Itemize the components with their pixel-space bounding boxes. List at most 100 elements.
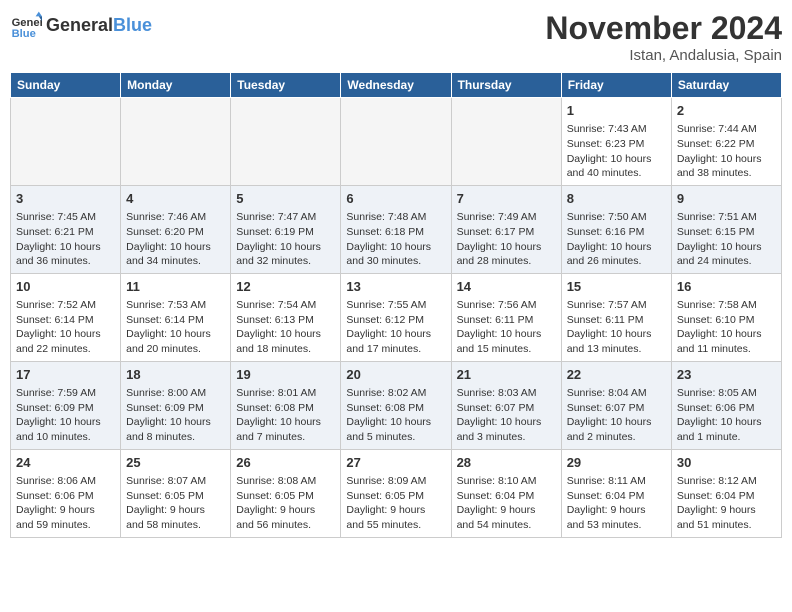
day-info: Sunrise: 8:11 AMSunset: 6:04 PMDaylight:… [567,474,666,533]
day-number: 4 [126,190,225,208]
calendar-cell: 30Sunrise: 8:12 AMSunset: 6:04 PMDayligh… [671,449,781,537]
day-number: 26 [236,454,335,472]
day-number: 22 [567,366,666,384]
calendar-week-row: 24 Sunrise: 8:06 AMSunset: 6:06 PMDayligh… [11,449,782,537]
day-number: 9 [677,190,776,208]
day-number: 12 [236,278,335,296]
page-header: General Blue GeneralBlue November 2024 I… [10,10,782,64]
weekday-header: Thursday [451,73,561,98]
svg-text:Blue: Blue [12,28,36,40]
day-info: Sunrise: 8:00 AMSunset: 6:09 PMDaylight:… [126,386,225,445]
calendar-cell: 22 Sunrise: 8:04 AMSunset: 6:07 PMDayligh… [561,361,671,449]
weekday-header-row: SundayMondayTuesdayWednesdayThursdayFrid… [11,73,782,98]
day-number: 24 [16,454,115,472]
day-number: 3 [16,190,115,208]
day-info: Sunrise: 7:48 AMSunset: 6:18 PMDaylight:… [346,210,445,269]
day-number: 16 [677,278,776,296]
logo-text: GeneralBlue [46,16,152,36]
weekday-header: Monday [121,73,231,98]
day-info: Sunrise: 7:53 AMSunset: 6:14 PMDaylight:… [126,298,225,357]
day-info: Sunrise: 8:09 AMSunset: 6:05 PMDaylight:… [346,474,445,533]
day-number: 29 [567,454,666,472]
day-number: 19 [236,366,335,384]
day-number: 18 [126,366,225,384]
day-number: 5 [236,190,335,208]
calendar-cell: 5 Sunrise: 7:47 AMSunset: 6:19 PMDaylight… [231,185,341,273]
day-number: 15 [567,278,666,296]
day-number: 6 [346,190,445,208]
day-number: 21 [457,366,556,384]
day-number: 28 [457,454,556,472]
weekday-header: Wednesday [341,73,451,98]
day-info: Sunrise: 7:49 AMSunset: 6:17 PMDaylight:… [457,210,556,269]
calendar-cell: 21 Sunrise: 8:03 AMSunset: 6:07 PMDayligh… [451,361,561,449]
day-info: Sunrise: 7:55 AMSunset: 6:12 PMDaylight:… [346,298,445,357]
day-info: Sunrise: 8:04 AMSunset: 6:07 PMDaylight:… [567,386,666,445]
calendar-cell: 26 Sunrise: 8:08 AMSunset: 6:05 PMDayligh… [231,449,341,537]
day-info: Sunrise: 8:01 AMSunset: 6:08 PMDaylight:… [236,386,335,445]
day-number: 10 [16,278,115,296]
day-number: 2 [677,102,776,120]
calendar-cell: 16 Sunrise: 7:58 AMSunset: 6:10 PMDayligh… [671,273,781,361]
day-info: Sunrise: 8:02 AMSunset: 6:08 PMDaylight:… [346,386,445,445]
day-number: 1 [567,102,666,120]
day-number: 8 [567,190,666,208]
calendar-week-row: 17Sunrise: 7:59 AMSunset: 6:09 PMDayligh… [11,361,782,449]
calendar-cell [11,98,121,186]
day-info: Sunrise: 7:52 AMSunset: 6:14 PMDaylight:… [16,298,115,357]
day-number: 13 [346,278,445,296]
weekday-header: Tuesday [231,73,341,98]
day-number: 7 [457,190,556,208]
day-info: Sunrise: 8:03 AMSunset: 6:07 PMDaylight:… [457,386,556,445]
day-number: 30 [677,454,776,472]
day-info: Sunrise: 7:43 AMSunset: 6:23 PMDaylight:… [567,122,666,181]
calendar-cell: 9 Sunrise: 7:51 AMSunset: 6:15 PMDaylight… [671,185,781,273]
calendar-cell [231,98,341,186]
calendar-cell: 6 Sunrise: 7:48 AMSunset: 6:18 PMDaylight… [341,185,451,273]
location-subtitle: Istan, Andalusia, Spain [545,47,782,64]
calendar-cell: 12 Sunrise: 7:54 AMSunset: 6:13 PMDayligh… [231,273,341,361]
calendar-cell: 13 Sunrise: 7:55 AMSunset: 6:12 PMDayligh… [341,273,451,361]
day-info: Sunrise: 8:05 AMSunset: 6:06 PMDaylight:… [677,386,776,445]
logo-icon: General Blue [10,10,42,42]
calendar-cell [341,98,451,186]
calendar-cell: 17Sunrise: 7:59 AMSunset: 6:09 PMDayligh… [11,361,121,449]
calendar-week-row: 10 Sunrise: 7:52 AMSunset: 6:14 PMDayligh… [11,273,782,361]
calendar-cell: 14Sunrise: 7:56 AMSunset: 6:11 PMDayligh… [451,273,561,361]
weekday-header: Friday [561,73,671,98]
calendar-cell: 20Sunrise: 8:02 AMSunset: 6:08 PMDayligh… [341,361,451,449]
logo: General Blue GeneralBlue [10,10,152,42]
day-info: Sunrise: 7:50 AMSunset: 6:16 PMDaylight:… [567,210,666,269]
day-info: Sunrise: 7:44 AMSunset: 6:22 PMDaylight:… [677,122,776,181]
day-info: Sunrise: 8:06 AMSunset: 6:06 PMDaylight:… [16,474,115,533]
title-block: November 2024 Istan, Andalusia, Spain [545,10,782,64]
calendar-cell [451,98,561,186]
calendar-cell: 24 Sunrise: 8:06 AMSunset: 6:06 PMDayligh… [11,449,121,537]
day-number: 11 [126,278,225,296]
day-info: Sunrise: 7:57 AMSunset: 6:11 PMDaylight:… [567,298,666,357]
day-info: Sunrise: 8:07 AMSunset: 6:05 PMDaylight:… [126,474,225,533]
weekday-header: Sunday [11,73,121,98]
day-number: 27 [346,454,445,472]
calendar-cell: 25 Sunrise: 8:07 AMSunset: 6:05 PMDayligh… [121,449,231,537]
calendar-table: SundayMondayTuesdayWednesdayThursdayFrid… [10,72,782,538]
weekday-header: Saturday [671,73,781,98]
month-title: November 2024 [545,10,782,47]
calendar-cell [121,98,231,186]
day-info: Sunrise: 7:46 AMSunset: 6:20 PMDaylight:… [126,210,225,269]
day-info: Sunrise: 8:08 AMSunset: 6:05 PMDaylight:… [236,474,335,533]
calendar-cell: 8 Sunrise: 7:50 AMSunset: 6:16 PMDaylight… [561,185,671,273]
calendar-week-row: 3Sunrise: 7:45 AMSunset: 6:21 PMDaylight… [11,185,782,273]
calendar-cell: 28 Sunrise: 8:10 AMSunset: 6:04 PMDayligh… [451,449,561,537]
calendar-cell: 10 Sunrise: 7:52 AMSunset: 6:14 PMDayligh… [11,273,121,361]
day-number: 25 [126,454,225,472]
day-number: 14 [457,278,556,296]
day-info: Sunrise: 8:10 AMSunset: 6:04 PMDaylight:… [457,474,556,533]
day-info: Sunrise: 7:51 AMSunset: 6:15 PMDaylight:… [677,210,776,269]
day-info: Sunrise: 7:54 AMSunset: 6:13 PMDaylight:… [236,298,335,357]
day-info: Sunrise: 7:47 AMSunset: 6:19 PMDaylight:… [236,210,335,269]
day-info: Sunrise: 7:59 AMSunset: 6:09 PMDaylight:… [16,386,115,445]
svg-text:General: General [12,17,42,29]
calendar-cell: 7 Sunrise: 7:49 AMSunset: 6:17 PMDaylight… [451,185,561,273]
day-info: Sunrise: 7:58 AMSunset: 6:10 PMDaylight:… [677,298,776,357]
